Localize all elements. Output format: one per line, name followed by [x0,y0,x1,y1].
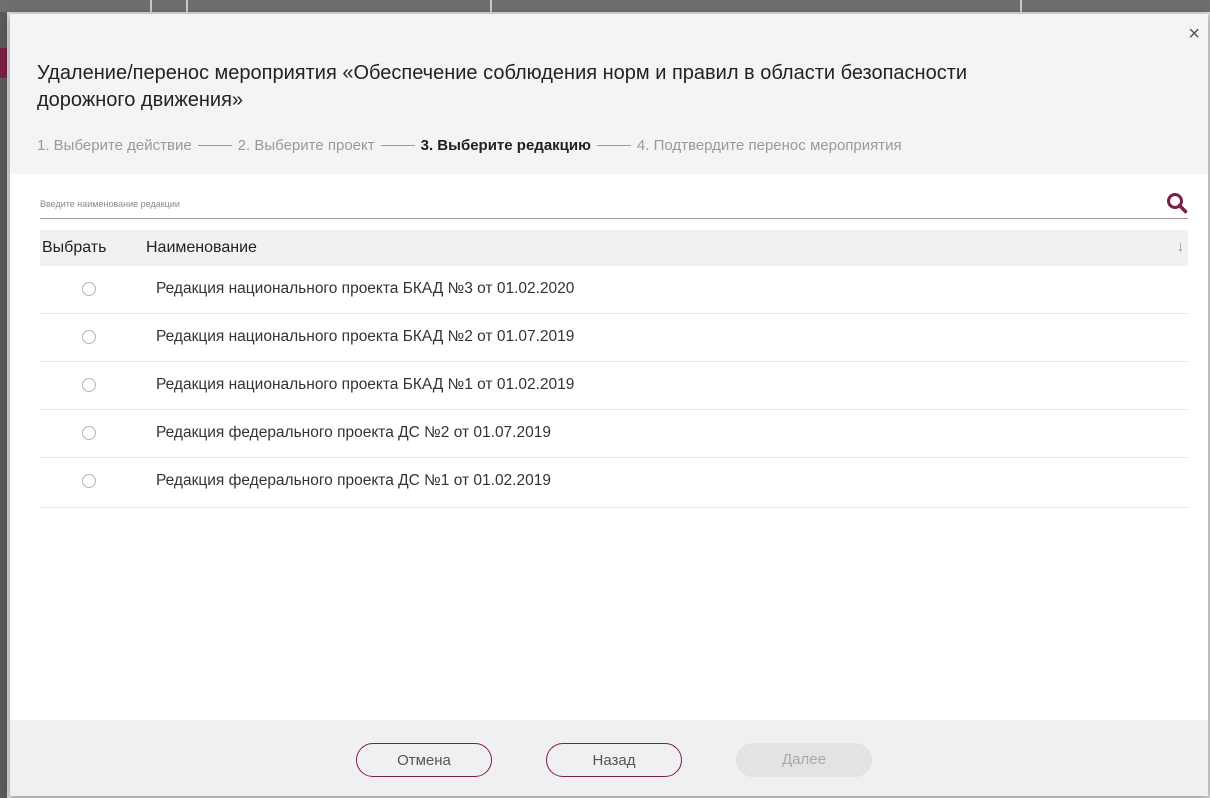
wizard-steps: 1. Выберите действие 2. Выберите проект … [37,137,902,154]
backdrop-accent [0,48,7,78]
radio-button[interactable] [82,426,96,440]
next-button[interactable]: Далее [736,743,872,777]
table-row[interactable]: Редакция национального проекта БКАД №2 о… [40,314,1188,362]
backdrop-left-edge [0,12,7,798]
dialog-title: Удаление/перенос мероприятия «Обеспечени… [37,62,968,111]
step-3: 3. Выберите редакцию [420,137,591,154]
column-header-select: Выбрать [42,239,107,256]
revision-name: Редакция национального проекта БКАД №1 о… [156,376,575,393]
table-row[interactable]: Редакция федерального проекта ДС №1 от 0… [40,458,1188,508]
transfer-dialog: × Удаление/перенос мероприятия «Обеспече… [10,14,1208,796]
table-header: Выбрать Наименование ↓ [40,230,1188,266]
column-header-name[interactable]: Наименование [146,239,257,257]
back-button[interactable]: Назад [546,743,682,777]
search-icon[interactable] [1166,192,1188,214]
search-bar [40,192,1188,219]
revision-name: Редакция федерального проекта ДС №2 от 0… [156,424,551,441]
step-separator [380,145,415,146]
backdrop-divider [150,0,152,12]
backdrop-table-strip [0,0,1210,12]
revision-name: Редакция национального проекта БКАД №3 о… [156,280,575,297]
step-separator [197,145,232,146]
sort-arrow-icon[interactable]: ↓ [1177,238,1184,254]
revision-name: Редакция национального проекта БКАД №2 о… [156,328,575,345]
step-4: 4. Подтвердите перенос мероприятия [636,137,902,154]
step-1: 1. Выберите действие [37,137,192,154]
step-separator [596,145,631,146]
dialog-header: × Удаление/перенос мероприятия «Обеспече… [10,14,1208,174]
table-row[interactable]: Редакция национального проекта БКАД №1 о… [40,362,1188,410]
radio-button[interactable] [82,330,96,344]
step-2: 2. Выберите проект [237,137,375,154]
close-icon[interactable]: × [1188,24,1200,44]
cancel-button[interactable]: Отмена [356,743,492,777]
backdrop-divider [490,0,492,12]
radio-button[interactable] [82,282,96,296]
backdrop-divider [186,0,188,12]
revision-list: Редакция национального проекта БКАД №3 о… [40,266,1188,508]
radio-button[interactable] [82,378,96,392]
table-row[interactable]: Редакция национального проекта БКАД №3 о… [40,266,1188,314]
table-row[interactable]: Редакция федерального проекта ДС №2 от 0… [40,410,1188,458]
search-input[interactable] [40,194,1140,214]
dialog-footer: Отмена Назад Далее [10,720,1208,796]
backdrop-divider [1020,0,1022,12]
revision-name: Редакция федерального проекта ДС №1 от 0… [156,472,551,489]
radio-button[interactable] [82,474,96,488]
